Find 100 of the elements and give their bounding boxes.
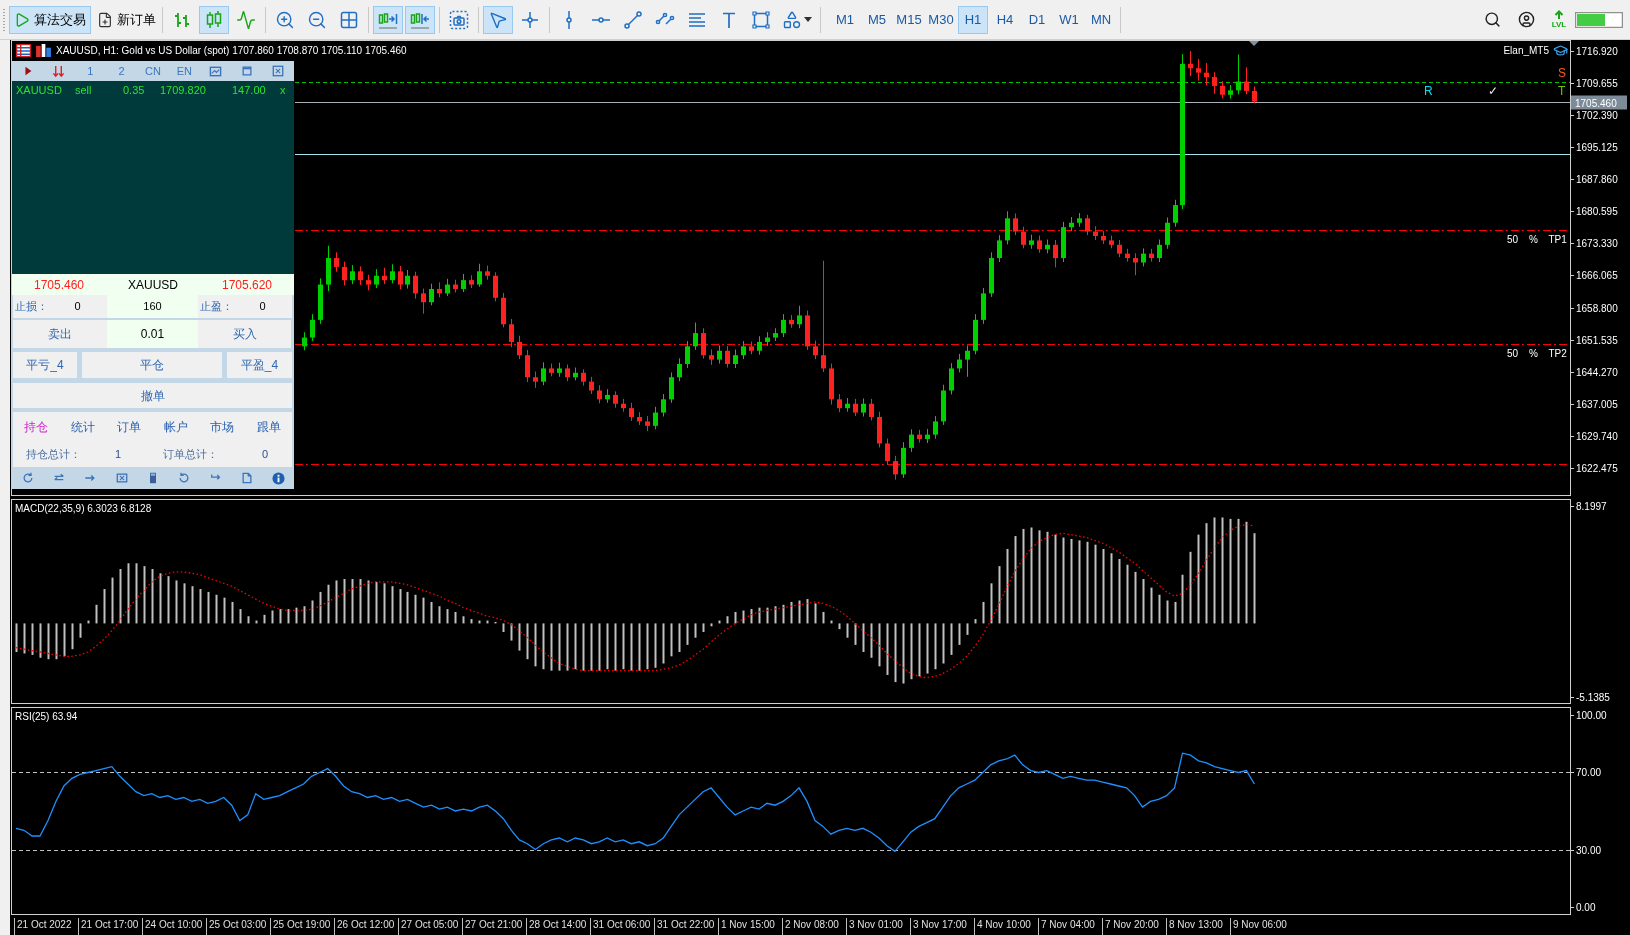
points-field[interactable]: 160 xyxy=(107,295,198,318)
candle-body xyxy=(725,350,730,364)
chart-shift-button[interactable] xyxy=(405,5,435,34)
histogram-bar xyxy=(838,623,841,630)
timeframe-button[interactable]: H1 xyxy=(958,5,988,34)
candlestick xyxy=(1085,214,1090,236)
position-price: 1709.820 xyxy=(160,83,207,98)
histogram-bar xyxy=(590,623,593,671)
take-profit-input[interactable]: 0 xyxy=(233,298,292,315)
histogram-bar xyxy=(343,579,346,624)
candle-body xyxy=(493,275,498,298)
caret-icon xyxy=(804,17,812,22)
candlestick xyxy=(1196,58,1201,82)
search-icon xyxy=(1483,11,1501,28)
panel-tab[interactable]: 市场 xyxy=(210,417,235,436)
close-button[interactable]: 平亏_4 xyxy=(13,352,77,378)
timeframe-button[interactable]: D1 xyxy=(1022,5,1052,34)
histogram-bar xyxy=(271,610,274,624)
histogram-bar xyxy=(694,623,697,638)
arrow-up-icon[interactable] xyxy=(1553,10,1565,20)
histogram-bar xyxy=(446,609,449,624)
chart-window-icon[interactable] xyxy=(209,64,223,78)
target-label: 50 % TP2 xyxy=(1507,347,1567,359)
panel-tab[interactable]: 跟单 xyxy=(256,417,281,436)
histogram-bar xyxy=(510,623,513,641)
candlestick xyxy=(757,335,762,356)
panel-tab[interactable]: 订单 xyxy=(117,417,142,436)
histogram-bar xyxy=(958,623,961,645)
histogram-bar xyxy=(654,623,657,668)
histogram-bar xyxy=(199,589,202,624)
stop-loss-input[interactable]: 0 xyxy=(48,298,107,315)
histogram-bar xyxy=(710,623,713,627)
candlestick xyxy=(741,340,746,360)
candlestick xyxy=(909,428,914,453)
candlestick xyxy=(525,349,530,383)
histogram-bar xyxy=(1166,600,1169,624)
window-icon[interactable] xyxy=(241,65,253,77)
histogram-bar xyxy=(31,623,34,655)
histogram-bar xyxy=(614,623,617,671)
lot-size-field[interactable]: 0.01 xyxy=(107,320,198,348)
panel-tab[interactable]: 2 xyxy=(118,62,125,80)
candlestick xyxy=(821,260,826,373)
candlestick xyxy=(350,264,355,285)
candle-body xyxy=(1252,90,1257,102)
candlestick xyxy=(1157,239,1162,263)
level-label: LVL xyxy=(1551,20,1567,29)
histogram-bar xyxy=(990,583,993,624)
time-axis-label: 26 Oct 12:00 xyxy=(334,918,398,935)
histogram-bar xyxy=(582,623,585,671)
histogram-bar xyxy=(335,580,338,624)
histogram-bar xyxy=(766,607,769,624)
time-axis-label: 4 Nov 10:00 xyxy=(974,918,1038,935)
candlestick-button[interactable] xyxy=(199,5,229,34)
account-label: Elan_MT5 xyxy=(1503,44,1549,58)
buy-button[interactable]: 买入 xyxy=(198,320,291,348)
panel-tab[interactable]: 统计 xyxy=(70,417,95,436)
refresh-icon[interactable] xyxy=(21,472,34,484)
double-arrow-down-icon[interactable] xyxy=(52,64,66,78)
grip-icon[interactable] xyxy=(2,7,6,32)
panel-tab[interactable]: 1 xyxy=(87,62,94,80)
timeframe-button[interactable]: M5 xyxy=(862,5,892,34)
new-order-button[interactable]: 新订单 xyxy=(94,5,158,34)
candlestick xyxy=(1173,199,1178,228)
panel-tab[interactable]: 持仓 xyxy=(24,417,49,436)
histogram-bar xyxy=(822,611,825,624)
histogram-bar xyxy=(774,606,777,624)
algo-trading-button[interactable]: 算法交易 xyxy=(9,5,91,34)
timeframe-button[interactable]: M30 xyxy=(926,5,956,34)
timeframe-button[interactable]: M1 xyxy=(830,5,860,34)
candlestick xyxy=(957,353,962,373)
target-label: 50 % TP1 xyxy=(1507,233,1567,245)
arrow-right-icon[interactable] xyxy=(84,472,97,484)
candlestick xyxy=(1141,247,1146,267)
sell-button[interactable]: 卖出 xyxy=(13,320,107,348)
candle-body xyxy=(805,315,810,347)
y-axis-label: 1695.125 xyxy=(1576,142,1618,153)
cursor-button[interactable] xyxy=(483,5,513,34)
timeframe-button[interactable]: M15 xyxy=(894,5,924,34)
autoscroll-button[interactable] xyxy=(373,5,403,34)
histogram-bar xyxy=(566,623,569,671)
histogram-bar xyxy=(718,620,721,624)
close-position-button[interactable]: x xyxy=(280,82,294,99)
timeframe-button[interactable]: W1 xyxy=(1054,5,1084,34)
timeframe-button[interactable]: H4 xyxy=(990,5,1020,34)
close-button[interactable]: 平盈_4 xyxy=(227,352,292,378)
block-icon[interactable] xyxy=(150,472,156,484)
histogram-bar xyxy=(295,607,298,624)
panel-tab[interactable]: CN xyxy=(145,62,161,80)
info-icon[interactable] xyxy=(271,471,285,485)
panel-tab[interactable]: EN xyxy=(176,62,192,80)
undo-icon[interactable] xyxy=(178,472,191,484)
histogram-bar xyxy=(1134,571,1137,624)
close-box-icon[interactable] xyxy=(115,472,128,484)
close-icon[interactable] xyxy=(272,65,285,77)
timeframe-button[interactable]: MN xyxy=(1086,5,1116,34)
histogram-bar xyxy=(702,623,705,632)
cancel-orders-button[interactable]: 撤单 xyxy=(13,383,292,408)
document-icon[interactable] xyxy=(241,472,253,484)
panel-tab[interactable]: 帐户 xyxy=(163,417,188,436)
close-button[interactable]: 平仓 xyxy=(82,352,222,378)
